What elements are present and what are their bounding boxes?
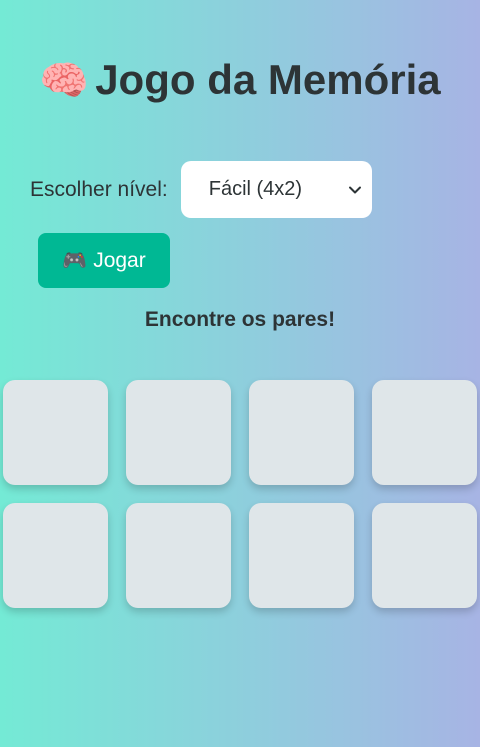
brain-icon: 🧠 — [39, 59, 90, 103]
memory-card[interactable] — [372, 380, 477, 485]
memory-card[interactable] — [372, 503, 477, 608]
memory-card[interactable] — [126, 503, 231, 608]
memory-board — [3, 380, 477, 608]
gamepad-icon: 🎮 — [62, 250, 88, 272]
level-label: Escolher nível: — [30, 177, 168, 201]
memory-card[interactable] — [249, 503, 354, 608]
level-select-value: Fácil (4x2) — [208, 178, 303, 200]
play-button-label: Jogar — [93, 248, 146, 272]
play-button[interactable]: 🎮 Jogar — [38, 233, 170, 288]
memory-card[interactable] — [249, 380, 354, 485]
memory-card[interactable] — [3, 503, 108, 608]
memory-card[interactable] — [126, 380, 231, 485]
level-selector-row: Escolher nível: Fácil (4x2) — [30, 161, 372, 218]
memory-card[interactable] — [3, 380, 108, 485]
status-message: Encontre os pares! — [144, 308, 336, 331]
page-title: 🧠 Jogo da Memória — [0, 52, 480, 109]
level-select[interactable]: Fácil (4x2) — [180, 161, 372, 218]
title-text: Jogo da Memória — [95, 56, 441, 103]
chevron-down-icon — [348, 186, 361, 193]
